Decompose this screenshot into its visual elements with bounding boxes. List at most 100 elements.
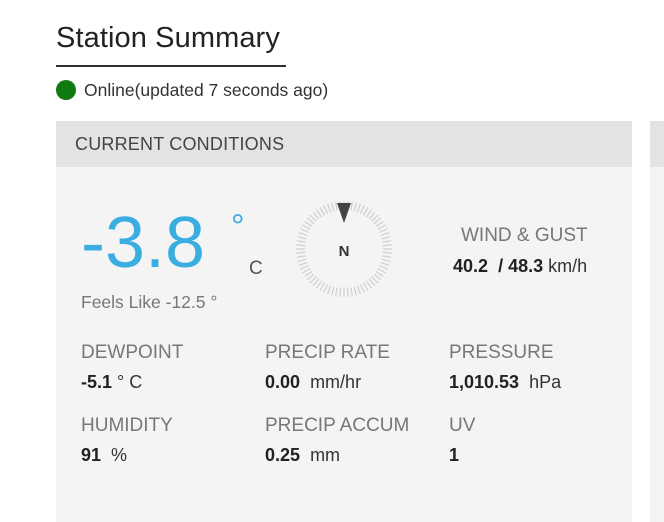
compass-tick: [323, 284, 329, 293]
uv-label: UV: [449, 415, 476, 436]
pressure-unit: hPa: [529, 372, 562, 392]
compass-tick: [365, 209, 373, 218]
compass-tick: [353, 286, 358, 296]
compass-tick: [319, 207, 326, 216]
wind-unit: km/h: [548, 256, 588, 276]
compass-tick: [327, 203, 332, 213]
precip-accum-number: 0.25: [265, 445, 301, 465]
wind-gust-label: WIND & GUST: [461, 225, 588, 246]
card-header: CURRENT CONDITIONS: [56, 121, 632, 167]
compass-tick: [373, 217, 382, 225]
uv-number: 1: [449, 445, 460, 465]
compass-tick: [382, 255, 392, 258]
compass-tick: [373, 273, 382, 281]
compass-tick: [296, 251, 306, 254]
precip-accum-label: PRECIP ACCUM: [265, 415, 410, 436]
compass-tick: [306, 273, 315, 281]
compass-tick: [362, 207, 369, 216]
status-text: Online(updated 7 seconds ago): [84, 79, 329, 100]
wind-separator: /: [498, 256, 504, 276]
compass-tick: [377, 224, 386, 231]
current-conditions-card: CURRENT CONDITIONS: [56, 121, 632, 522]
compass-tick: [359, 284, 365, 293]
compass-tick: [306, 217, 315, 225]
compass-tick: [309, 214, 317, 222]
compass-tick: [312, 278, 320, 287]
compass-tick: [323, 205, 329, 214]
compass-tick: [353, 202, 358, 212]
compass-tick: [371, 276, 379, 284]
precip-rate-value: 0.00 mm/hr: [265, 372, 361, 393]
wind-compass-icon: N: [296, 201, 392, 297]
compass-tick: [335, 287, 338, 297]
compass-tick: [296, 255, 306, 258]
compass-tick: [350, 287, 353, 297]
compass-tick: [302, 224, 311, 231]
humidity-label: HUMIDITY: [81, 415, 173, 436]
station-status: Online(updated 7 seconds ago): [56, 80, 328, 100]
compass-tick: [377, 267, 386, 274]
compass-tick: [298, 232, 308, 237]
compass-tick: [380, 261, 390, 266]
feels-like: Feels Like -12.5 °: [81, 292, 218, 312]
compass-tick: [379, 264, 388, 270]
compass-tick: [300, 264, 309, 270]
status-online-icon: [56, 80, 76, 100]
station-summary-page: Station Summary Online(updated 7 seconds…: [0, 0, 664, 522]
compass-tick: [362, 282, 369, 291]
compass-tick: [339, 287, 342, 297]
compass-tick: [297, 235, 307, 240]
compass-tick: [304, 270, 313, 278]
compass-tick: [365, 280, 373, 289]
compass-tick: [298, 261, 308, 266]
dewpoint-unit: ° C: [117, 372, 143, 392]
compass-tick: [300, 228, 309, 234]
compass-tick: [381, 258, 391, 263]
pressure-value: 1,010.53 hPa: [449, 372, 561, 393]
dewpoint-number: -5.1: [81, 372, 113, 392]
compass-tick: [382, 240, 392, 243]
temperature-degree-symbol: °: [231, 208, 245, 246]
compass-tick: [381, 235, 391, 240]
compass-tick: [296, 244, 306, 247]
compass-tick: [356, 285, 361, 295]
wind-direction-pointer: [337, 203, 351, 223]
compass-tick: [359, 205, 365, 214]
compass-tick: [346, 287, 349, 297]
compass-tick: [375, 270, 384, 278]
dewpoint-label: DEWPOINT: [81, 342, 184, 363]
precip-rate-number: 0.00: [265, 372, 301, 392]
precip-accum-unit: mm: [310, 445, 341, 465]
adjacent-card-header: [650, 121, 664, 167]
compass-tick: [297, 258, 307, 263]
precip-rate-unit: mm/hr: [310, 372, 362, 392]
compass-tick: [327, 285, 332, 295]
title-underline: [56, 65, 286, 67]
compass-tick: [296, 240, 306, 243]
compass-tick: [330, 286, 335, 296]
humidity-number: 91: [81, 445, 102, 465]
compass-tick: [315, 209, 323, 218]
compass-tick: [375, 220, 384, 228]
humidity-value: 91 %: [81, 445, 127, 466]
page-title: Station Summary: [56, 22, 280, 54]
compass-tick: [356, 203, 361, 213]
uv-value: 1: [449, 445, 459, 466]
pressure-label: PRESSURE: [449, 342, 554, 363]
humidity-unit: %: [111, 445, 128, 465]
wind-gust-values: 40.2 / 48.3 km/h: [453, 256, 587, 277]
gust-speed: 48.3: [508, 256, 544, 276]
precip-rate-label: PRECIP RATE: [265, 342, 390, 363]
compass-tick: [368, 278, 376, 287]
compass-tick: [315, 280, 323, 289]
compass-tick: [350, 201, 353, 211]
compass-tick: [302, 267, 311, 274]
compass-tick: [335, 201, 338, 211]
compass-tick: [382, 244, 392, 247]
dewpoint-value: -5.1 ° C: [81, 372, 142, 393]
compass-tick: [319, 282, 326, 291]
compass-tick: [380, 232, 390, 237]
compass-tick: [371, 214, 379, 222]
adjacent-card: [650, 121, 664, 522]
wind-speed: 40.2: [453, 256, 489, 276]
